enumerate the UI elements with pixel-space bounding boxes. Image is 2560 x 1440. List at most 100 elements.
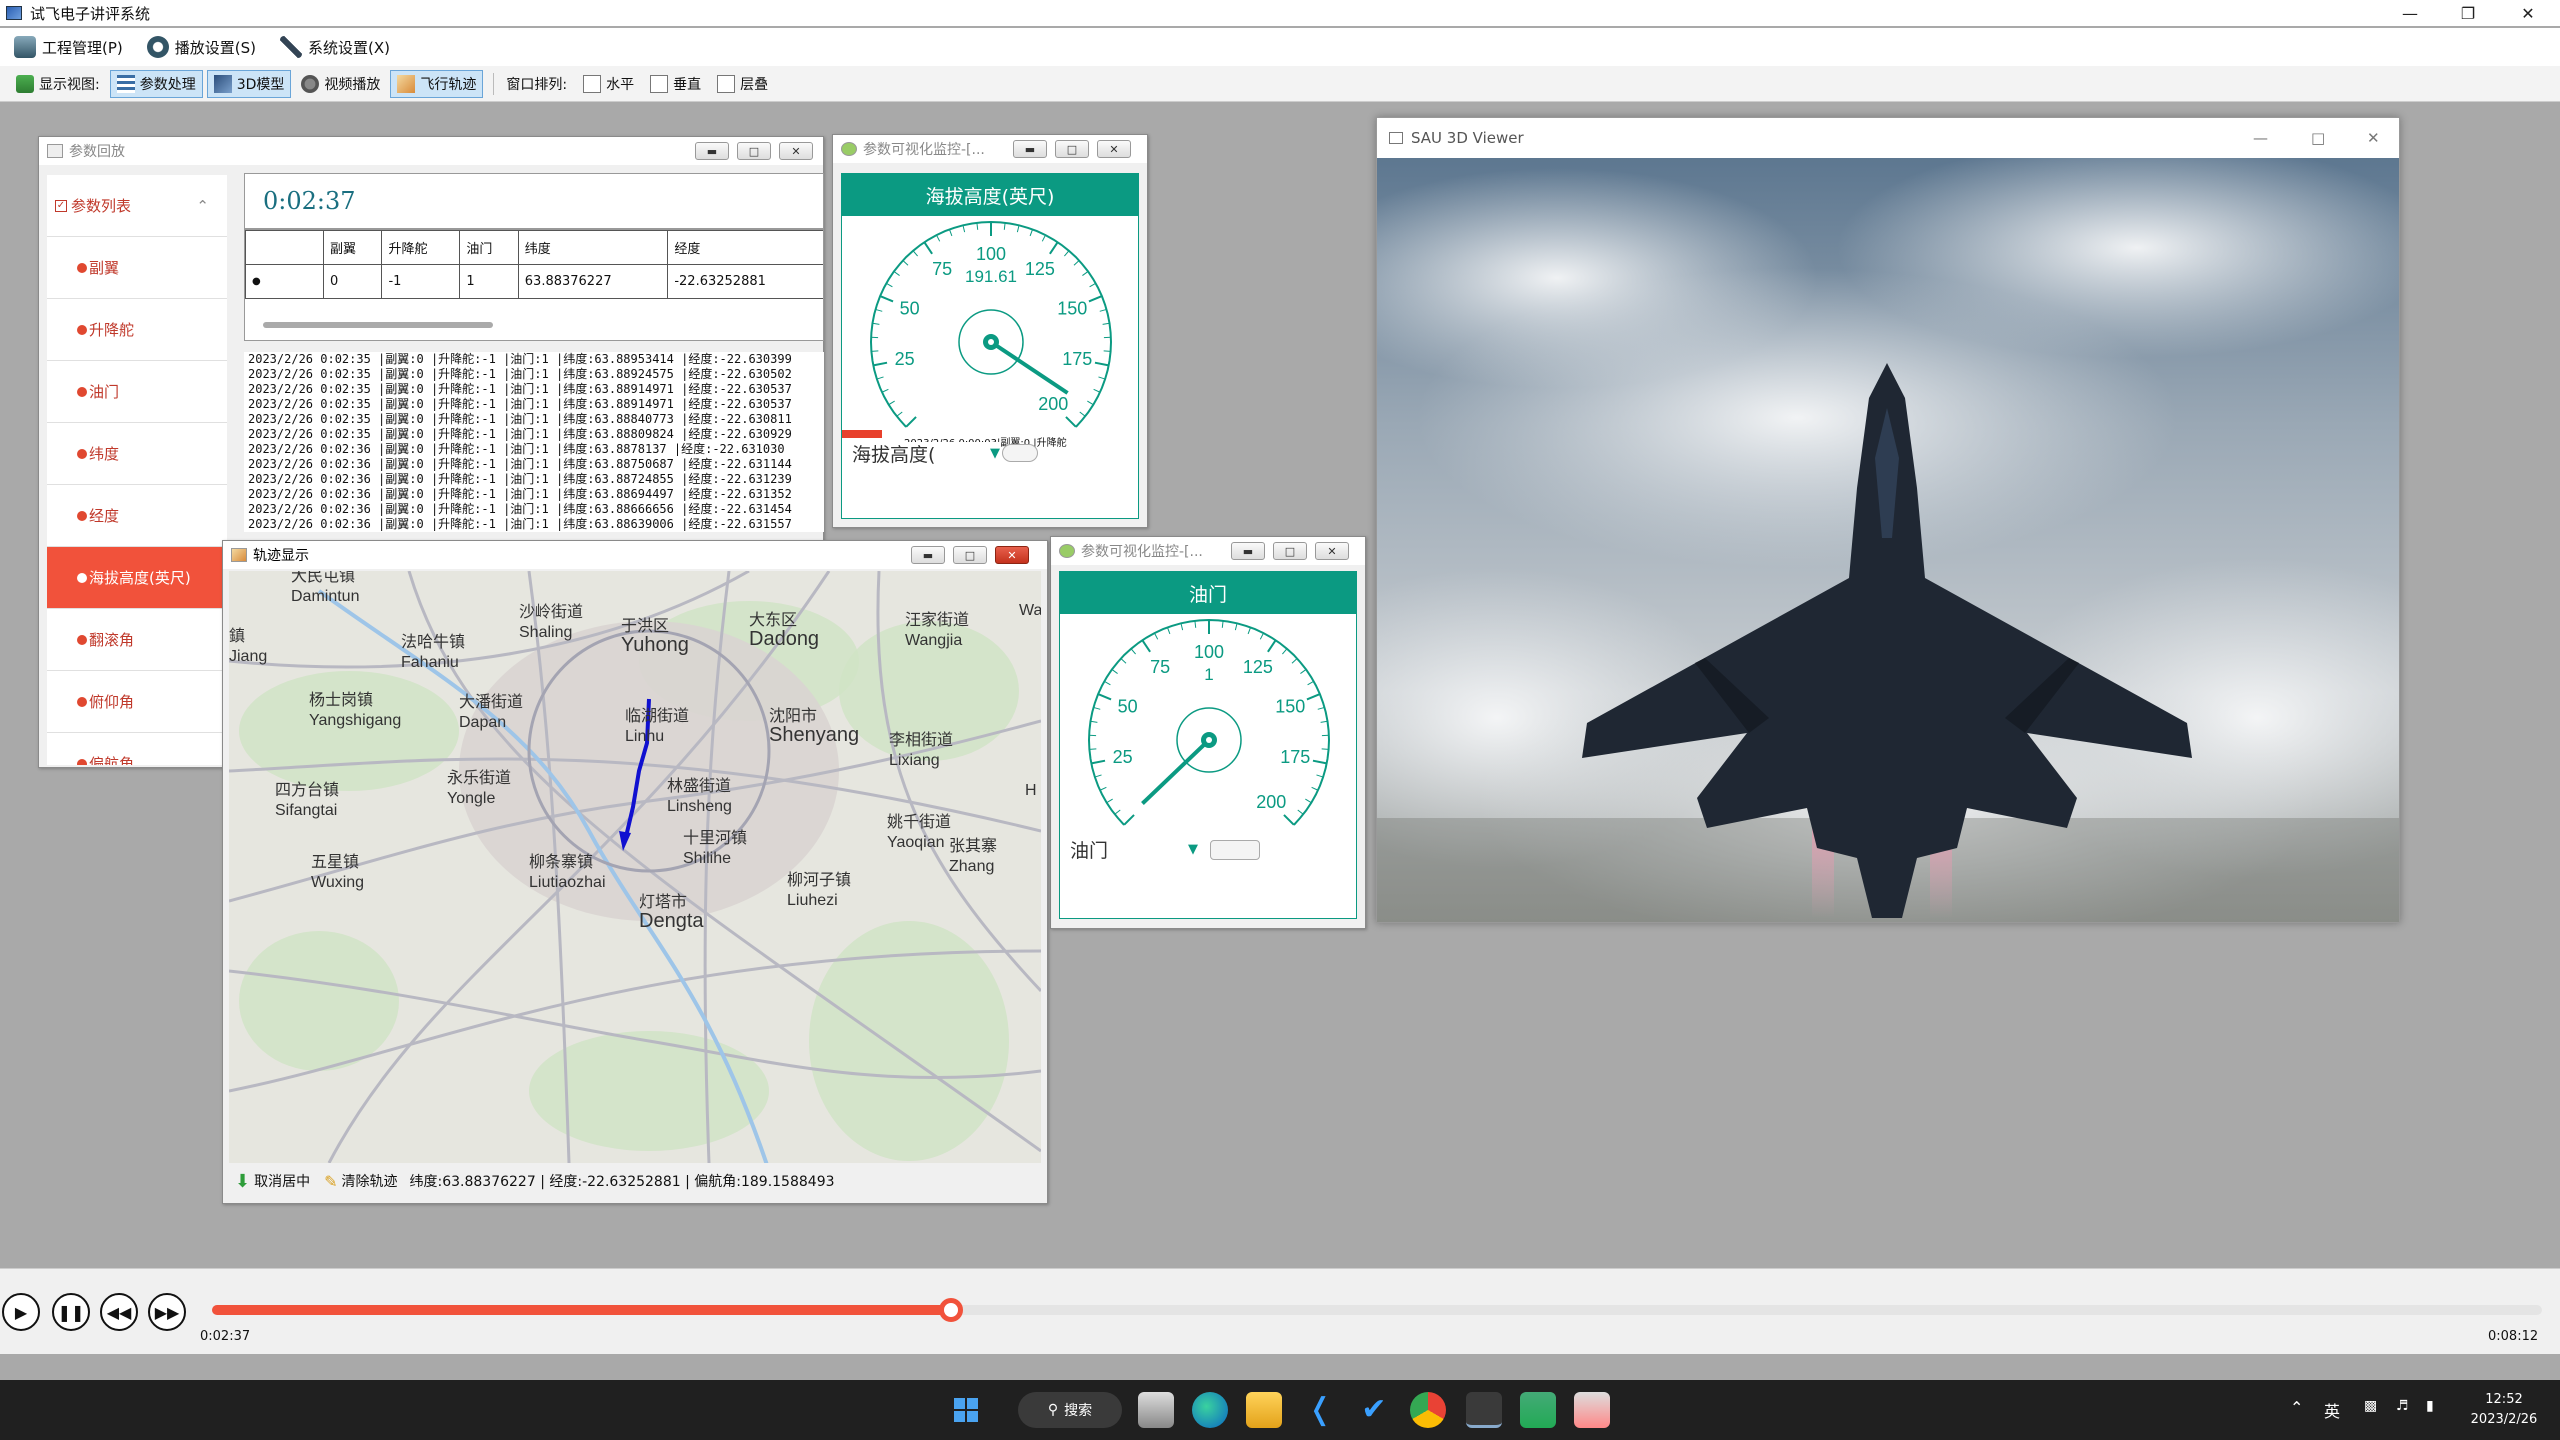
ime-indicator[interactable]: 英 [2324, 1398, 2340, 1422]
params-button[interactable]: 参数处理 [109, 69, 203, 98]
alt-maximize-button[interactable]: □ [1055, 140, 1089, 158]
minimize-button[interactable]: — [2382, 0, 2438, 26]
param-list-item[interactable]: 经度 [47, 485, 227, 547]
track-icon [397, 74, 416, 93]
todo-icon[interactable]: ✔ [1356, 1392, 1392, 1428]
volume-icon[interactable]: ♬ [2396, 1398, 2409, 1414]
param-list-item[interactable]: 纬度 [47, 423, 227, 485]
param-list-item[interactable]: 偏航角 [47, 733, 227, 765]
table-header[interactable]: 油门 [459, 230, 519, 265]
table-header[interactable]: 经度 [667, 230, 823, 265]
track-button[interactable]: 飞行轨迹 [390, 69, 484, 98]
app-icon [6, 6, 22, 20]
cascade-button[interactable]: 层叠 [711, 70, 774, 98]
search-box[interactable]: ⚲ 搜索 [1018, 1392, 1122, 1428]
gauge-tick [1089, 282, 1096, 288]
param-list-item[interactable]: 油门 [47, 361, 227, 423]
viewer-3d-scene[interactable] [1377, 158, 2399, 922]
table-header[interactable]: 升降舵 [381, 230, 461, 265]
gauge-tick-label: 200 [1038, 394, 1068, 414]
progress-track[interactable] [212, 1298, 2542, 1322]
viewer-minimize-button[interactable]: — [2253, 129, 2268, 147]
tile-horizontal-button[interactable]: 水平 [577, 70, 640, 98]
param-list-item[interactable]: 升降舵 [47, 299, 227, 361]
altitude-param-select[interactable]: 海拔高度( ▼ [852, 442, 1000, 466]
app-running-icon[interactable] [1466, 1392, 1502, 1428]
param-list-item[interactable]: 俯仰角 [47, 671, 227, 733]
horizontal-scrollbar[interactable] [263, 322, 493, 328]
map-urban-area [459, 621, 839, 921]
thr-close-button[interactable]: ✕ [1315, 542, 1349, 560]
file-explorer-icon[interactable] [1246, 1392, 1282, 1428]
map-window-titlebar[interactable]: 轨迹显示 ▬ □ ✕ [223, 541, 1047, 569]
map-green-area [239, 931, 399, 1071]
map-place-label: 于洪区 [621, 617, 669, 635]
model3d-button[interactable]: 3D模型 [206, 69, 292, 98]
windows-start-icon[interactable] [948, 1392, 984, 1428]
edge-icon[interactable] [1192, 1392, 1228, 1428]
checkbox-icon[interactable]: ✓ [55, 199, 67, 212]
monitor-icon [1059, 544, 1075, 558]
throttle-gauge-titlebar[interactable]: 参数可视化监控-[... ▬ □ ✕ [1051, 537, 1365, 565]
bullet-icon [77, 324, 87, 335]
param-close-button[interactable]: ✕ [779, 142, 813, 160]
param-maximize-button[interactable]: □ [737, 142, 771, 160]
battery-icon[interactable]: ▮ [2426, 1398, 2434, 1414]
vscode-icon[interactable]: ❬ [1302, 1392, 1338, 1428]
rewind-button[interactable]: ◀◀ [100, 1293, 138, 1331]
alt-close-button[interactable]: ✕ [1097, 140, 1131, 158]
viewer-maximize-button[interactable]: □ [2311, 129, 2325, 147]
track-map[interactable]: 大民屯镇 Damintun 沙岭街道 Shaling 于洪区Yuhong 大东区Dadon… [229, 571, 1041, 1163]
uncenter-button[interactable]: 取消居中 [254, 1171, 310, 1191]
param-list-item[interactable]: 海拔高度(英尺) [47, 547, 227, 609]
chevron-up-icon[interactable]: ⌃ [196, 197, 209, 215]
map-close-button[interactable]: ✕ [995, 546, 1029, 564]
app-doc-icon[interactable] [1574, 1392, 1610, 1428]
gauge-tick [1321, 748, 1329, 750]
chrome-icon[interactable] [1410, 1392, 1446, 1428]
play-button[interactable]: ▶ [2, 1293, 40, 1331]
network-icon[interactable]: ▩ [2364, 1398, 2377, 1414]
table-header[interactable]: 副翼 [322, 230, 383, 265]
tray-chevron-icon[interactable]: ⌃ [2290, 1398, 2303, 1417]
viewer-titlebar[interactable]: SAU 3D Viewer — □ ✕ [1377, 118, 2399, 158]
param-list-item[interactable]: 副翼 [47, 237, 227, 299]
menu-playback[interactable]: 播放设置(S) [146, 36, 256, 58]
param-minimize-button[interactable]: ▬ [695, 142, 729, 160]
gauge-tick [1297, 809, 1304, 815]
map-maximize-button[interactable]: □ [953, 546, 987, 564]
clock[interactable]: 12:52 2023/2/26 [2464, 1390, 2544, 1430]
altitude-toggle[interactable] [1002, 444, 1038, 462]
menu-system[interactable]: 系统设置(X) [279, 36, 390, 58]
viewer-close-button[interactable]: ✕ [2367, 129, 2380, 147]
param-list-header[interactable]: ✓ 参数列表 ⌃ [47, 175, 227, 237]
fast-forward-button[interactable]: ▶▶ [148, 1293, 186, 1331]
clear-track-button[interactable]: 清除轨迹 [342, 1171, 398, 1191]
throttle-param-select[interactable]: 油门 ▼ [1070, 838, 1198, 862]
param-window-titlebar[interactable]: 参数回放 ▬ □ ✕ [39, 137, 823, 165]
param-list-item[interactable]: 翻滚角 [47, 609, 227, 671]
table-row[interactable]: ● 0 -1 1 63.88376227 -22.63252881 [245, 264, 823, 299]
tile-vertical-button[interactable]: 垂直 [644, 70, 707, 98]
thr-maximize-button[interactable]: □ [1273, 542, 1307, 560]
progress-knob[interactable] [938, 1298, 963, 1322]
app-f-icon[interactable] [1520, 1392, 1556, 1428]
gauge-tick-label: 150 [1275, 696, 1305, 716]
close-button[interactable]: ✕ [2500, 0, 2556, 26]
gauge-tick [1104, 680, 1111, 686]
gauge-tick [905, 416, 917, 428]
pause-button[interactable]: ❚❚ [52, 1293, 90, 1331]
altitude-gauge-titlebar[interactable]: 参数可视化监控-[... ▬ □ ✕ [833, 135, 1147, 163]
map-place-label-en: Jiang [229, 648, 267, 665]
track-label: 飞行轨迹 [420, 76, 477, 93]
menu-project[interactable]: 工程管理(P) [14, 36, 123, 58]
map-minimize-button[interactable]: ▬ [911, 546, 945, 564]
task-view-icon[interactable] [1138, 1392, 1174, 1428]
alt-minimize-button[interactable]: ▬ [1013, 140, 1047, 158]
thr-minimize-button[interactable]: ▬ [1231, 542, 1265, 560]
throttle-toggle[interactable] [1210, 840, 1260, 860]
table-header[interactable]: 纬度 [517, 230, 669, 265]
tile-horizontal-label: 水平 [606, 76, 635, 93]
restore-button[interactable]: ❐ [2440, 0, 2496, 26]
video-button[interactable]: 视频播放 [295, 70, 386, 98]
